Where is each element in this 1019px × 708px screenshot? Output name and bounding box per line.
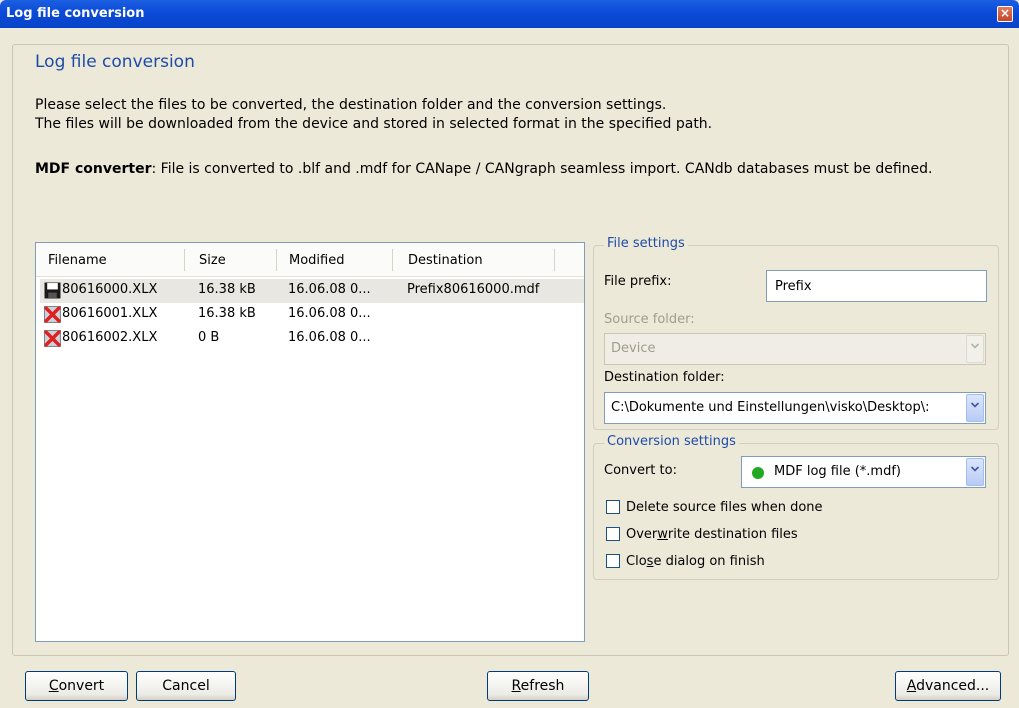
file-settings-title: File settings bbox=[604, 236, 688, 251]
destination-folder-label: Destination folder: bbox=[604, 370, 725, 385]
cell-modified: 16.06.08 0... bbox=[288, 282, 371, 297]
destination-folder-select[interactable]: C:\Dokumente und Einstellungen\visko\Des… bbox=[604, 392, 986, 424]
mdf-converter-note: MDF converter: File is converted to .blf… bbox=[35, 160, 995, 179]
chevron-down-icon[interactable] bbox=[966, 394, 984, 422]
chevron-down-icon bbox=[966, 335, 984, 363]
close-dialog-label[interactable]: Close dialog on finish bbox=[626, 554, 765, 569]
cell-size: 16.38 kB bbox=[198, 282, 256, 297]
window-title: Log file conversion bbox=[6, 6, 145, 21]
table-row[interactable]: 80616002.XLX 0 B 16.06.08 0... bbox=[40, 327, 584, 351]
description-line-1: Please select the files to be converted,… bbox=[35, 97, 667, 113]
close-dialog-checkbox[interactable] bbox=[606, 554, 620, 568]
advanced-button[interactable]: Advanced... bbox=[895, 671, 1001, 701]
convert-to-value: MDF log file (*.mdf) bbox=[774, 464, 901, 479]
cell-filename: 80616001.XLX bbox=[62, 306, 158, 321]
delete-source-checkbox[interactable] bbox=[606, 500, 620, 514]
file-prefix-label: File prefix: bbox=[604, 274, 672, 289]
description-line-2: The files will be downloaded from the de… bbox=[35, 116, 713, 132]
floppy-disk-icon bbox=[44, 282, 61, 299]
cell-filename: 80616000.XLX bbox=[62, 282, 158, 297]
table-row[interactable]: 80616000.XLX 16.38 kB 16.06.08 0... Pref… bbox=[40, 279, 584, 303]
delete-source-label[interactable]: Delete source files when done bbox=[626, 500, 823, 515]
convert-button[interactable]: Convert bbox=[25, 671, 128, 701]
column-divider[interactable] bbox=[276, 249, 277, 271]
cancel-button[interactable]: Cancel bbox=[136, 671, 236, 701]
file-prefix-value: Prefix bbox=[775, 279, 812, 294]
cell-size: 16.38 kB bbox=[198, 306, 256, 321]
overwrite-destination-label[interactable]: Overwrite destination files bbox=[626, 527, 798, 542]
cell-size: 0 B bbox=[198, 330, 220, 345]
error-x-icon bbox=[44, 306, 61, 323]
column-header-filename[interactable]: Filename bbox=[48, 253, 107, 268]
table-row[interactable]: 80616001.XLX 16.38 kB 16.06.08 0... bbox=[40, 303, 584, 327]
column-header-size[interactable]: Size bbox=[199, 253, 226, 268]
overwrite-destination-checkbox[interactable] bbox=[606, 527, 620, 541]
file-prefix-input[interactable]: Prefix bbox=[766, 270, 987, 302]
refresh-button[interactable]: Refresh bbox=[487, 671, 589, 701]
error-x-icon bbox=[44, 330, 61, 347]
description: Please select the files to be converted,… bbox=[35, 96, 995, 134]
page-title: Log file conversion bbox=[35, 52, 195, 72]
cell-modified: 16.06.08 0... bbox=[288, 306, 371, 321]
column-header-modified[interactable]: Modified bbox=[289, 253, 344, 268]
convert-to-select[interactable]: MDF log file (*.mdf) bbox=[741, 456, 986, 488]
file-list-header: Filename Size Modified Destination bbox=[36, 243, 584, 277]
file-list[interactable]: Filename Size Modified Destination 80616… bbox=[35, 242, 585, 642]
cell-filename: 80616002.XLX bbox=[62, 330, 158, 345]
title-bar: Log file conversion × bbox=[0, 0, 1019, 28]
convert-to-label: Convert to: bbox=[604, 463, 677, 478]
column-header-destination[interactable]: Destination bbox=[408, 253, 483, 268]
column-divider[interactable] bbox=[392, 249, 393, 271]
source-folder-value: Device bbox=[611, 341, 656, 356]
cell-modified: 16.06.08 0... bbox=[288, 330, 371, 345]
cell-destination: Prefix80616000.mdf bbox=[407, 282, 540, 297]
column-divider[interactable] bbox=[554, 249, 555, 271]
column-divider[interactable] bbox=[184, 249, 185, 271]
destination-folder-value: C:\Dokumente und Einstellungen\visko\Des… bbox=[611, 400, 930, 415]
source-folder-label: Source folder: bbox=[604, 312, 695, 327]
mdf-converter-text: : File is converted to .blf and .mdf for… bbox=[151, 161, 933, 177]
chevron-down-icon[interactable] bbox=[966, 458, 984, 486]
mdf-converter-label: MDF converter bbox=[35, 161, 152, 177]
source-folder-select: Device bbox=[604, 333, 986, 365]
conversion-settings-title: Conversion settings bbox=[604, 434, 739, 449]
status-dot-icon bbox=[752, 467, 764, 479]
close-icon[interactable]: × bbox=[997, 6, 1013, 22]
